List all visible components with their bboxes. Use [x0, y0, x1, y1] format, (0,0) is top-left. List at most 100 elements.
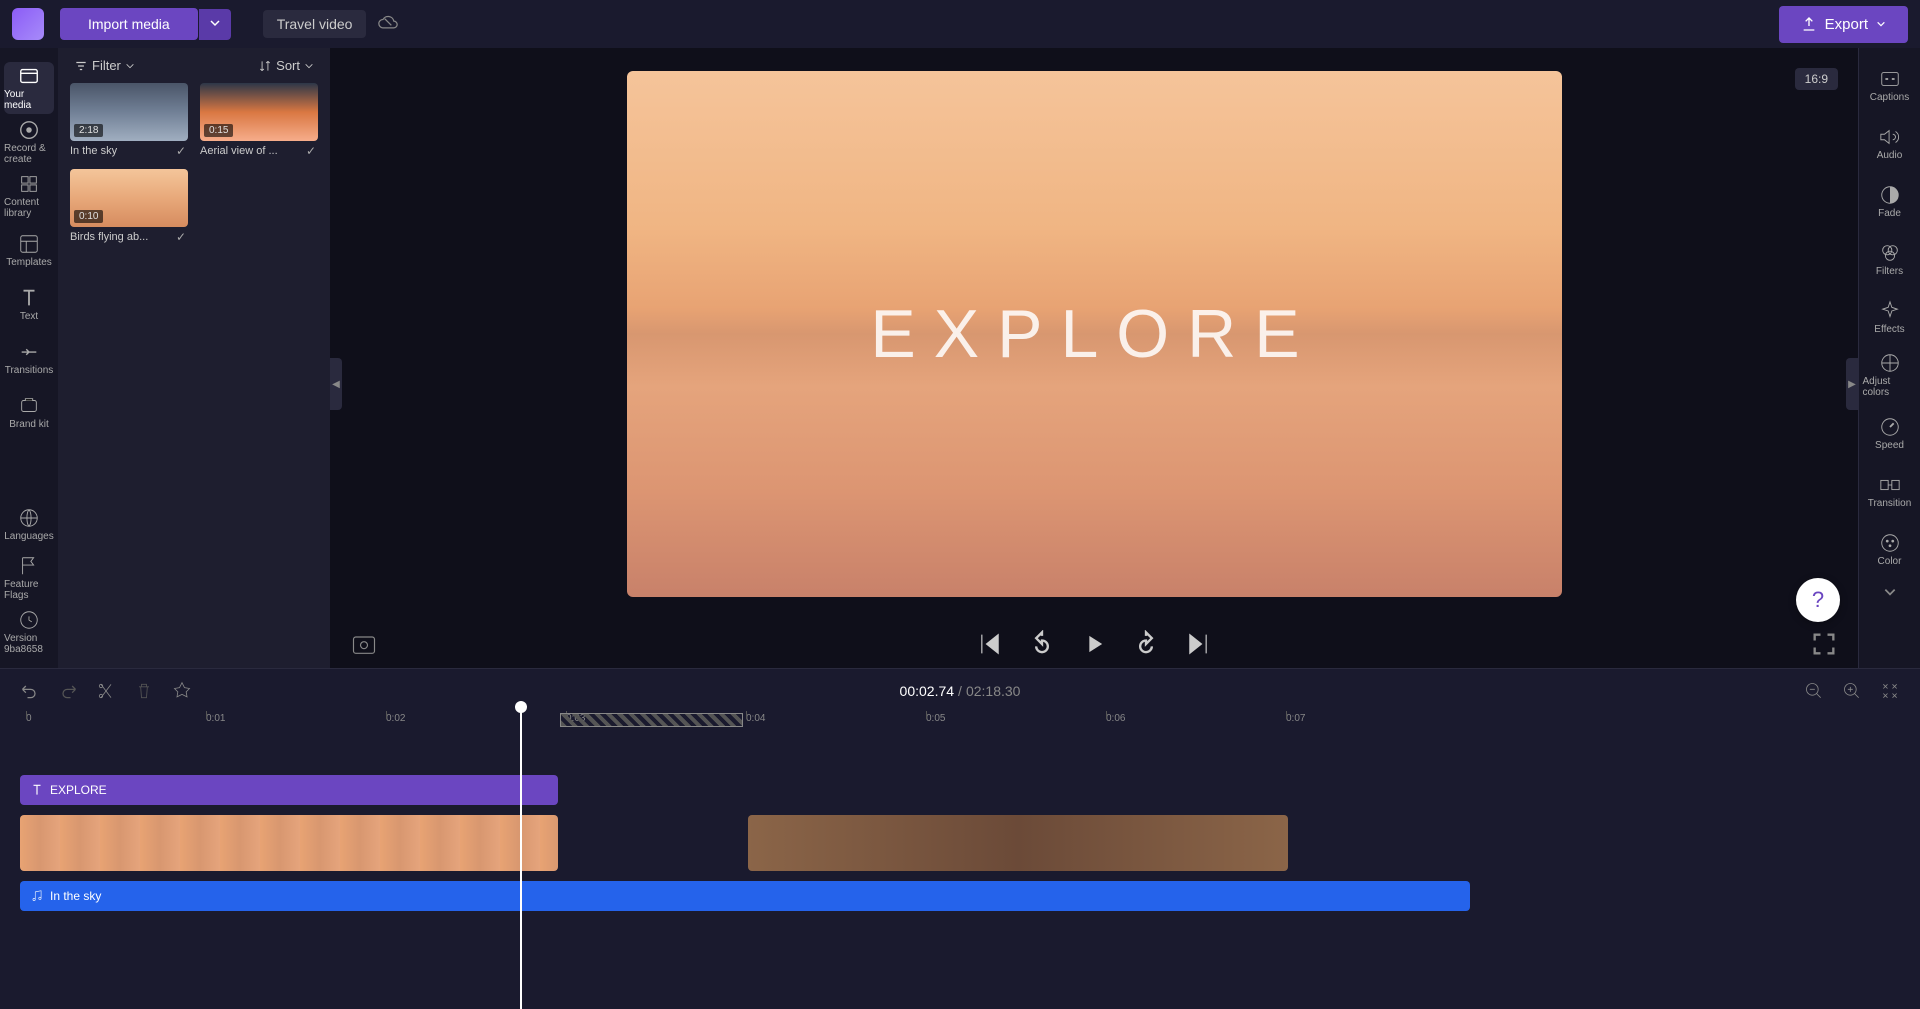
sort-label: Sort	[276, 58, 300, 73]
music-icon	[30, 889, 44, 903]
sidebar-item-color[interactable]: Color	[1863, 522, 1917, 576]
check-icon: ✓	[176, 144, 186, 158]
media-duration: 0:10	[74, 210, 103, 223]
cloud-sync-icon	[378, 12, 398, 37]
help-button[interactable]: ?	[1796, 578, 1840, 622]
sidebar-item-effects[interactable]: Effects	[1863, 290, 1917, 344]
video-clip-2[interactable]	[748, 815, 1288, 871]
media-duration: 2:18	[74, 124, 103, 137]
sidebar-label: Templates	[6, 257, 52, 268]
sidebar-item-templates[interactable]: Templates	[4, 224, 54, 276]
sidebar-item-audio[interactable]: Audio	[1863, 116, 1917, 170]
sidebar-label: Version 9ba8658	[4, 633, 54, 655]
sidebar-item-languages[interactable]: Languages	[4, 498, 54, 550]
sidebar-item-speed[interactable]: Speed	[1863, 406, 1917, 460]
fullscreen-button[interactable]	[1810, 630, 1838, 658]
right-sidebar-overflow[interactable]	[1863, 580, 1917, 604]
sidebar-item-adjust-colors[interactable]: Adjust colors	[1863, 348, 1917, 402]
right-sidebar: Captions Audio Fade Filters Effects Adju…	[1858, 48, 1920, 668]
ruler-mark: 0	[26, 713, 32, 724]
sidebar-item-text[interactable]: Text	[4, 278, 54, 330]
text-clip[interactable]: EXPLORE	[20, 775, 558, 805]
media-name: Aerial view of ...	[200, 145, 318, 157]
sidebar-label: Record & create	[4, 143, 54, 165]
timeline-area: 00:02.74 / 02:18.30 0 0:01 0:02 0:03 0:0…	[0, 668, 1920, 1002]
sidebar-item-feature-flags[interactable]: Feature Flags	[4, 552, 54, 604]
media-duration: 0:15	[204, 124, 233, 137]
current-time: 00:02.74	[900, 683, 955, 699]
sidebar-label: Adjust colors	[1863, 376, 1917, 398]
ruler-mark: 0:05	[926, 713, 945, 724]
undo-button[interactable]	[20, 681, 40, 701]
left-sidebar: Your media Record & create Content libra…	[0, 48, 58, 668]
media-thumbnail: 0:15	[200, 83, 318, 141]
gap-marker[interactable]	[560, 713, 743, 727]
sidebar-item-your-media[interactable]: Your media	[4, 62, 54, 114]
screenshot-button[interactable]	[350, 630, 378, 658]
upload-icon	[1801, 16, 1817, 32]
sidebar-label: Text	[20, 311, 38, 322]
zoom-out-button[interactable]	[1804, 681, 1824, 701]
skip-forward-button[interactable]	[1184, 630, 1212, 658]
ruler-mark: 0:06	[1106, 713, 1125, 724]
media-item-in-the-sky[interactable]: 2:18 In the sky ✓	[70, 83, 188, 157]
sidebar-item-fade[interactable]: Fade	[1863, 174, 1917, 228]
media-thumbnail: 0:10	[70, 169, 188, 227]
sidebar-item-version[interactable]: Version 9ba8658	[4, 606, 54, 658]
sidebar-label: Speed	[1875, 440, 1904, 451]
sidebar-item-record-create[interactable]: Record & create	[4, 116, 54, 168]
check-icon: ✓	[176, 230, 186, 244]
delete-button[interactable]	[134, 681, 154, 701]
total-time: 02:18.30	[966, 683, 1021, 699]
ruler-mark: 0:02	[386, 713, 405, 724]
sidebar-label: Transition	[1868, 498, 1912, 509]
video-clip-1[interactable]	[20, 815, 558, 871]
video-preview-frame[interactable]: EXPLORE	[627, 71, 1562, 597]
video-track	[20, 815, 1900, 871]
split-button[interactable]	[96, 681, 116, 701]
media-item-aerial-view[interactable]: 0:15 Aerial view of ... ✓	[200, 83, 318, 157]
filter-button[interactable]: Filter	[74, 58, 135, 73]
sidebar-item-brand-kit[interactable]: Brand kit	[4, 386, 54, 438]
zoom-in-button[interactable]	[1842, 681, 1862, 701]
chevron-down-icon	[1876, 19, 1886, 29]
sidebar-label: Effects	[1874, 324, 1904, 335]
sidebar-label: Your media	[4, 89, 54, 111]
import-media-dropdown[interactable]	[199, 9, 231, 40]
skip-back-button[interactable]	[976, 630, 1004, 658]
project-name-input[interactable]: Travel video	[263, 10, 367, 38]
fit-timeline-button[interactable]	[1880, 681, 1900, 701]
ruler-mark: 0:04	[746, 713, 765, 724]
sidebar-item-captions[interactable]: Captions	[1863, 58, 1917, 112]
sidebar-label: Feature Flags	[4, 579, 54, 601]
sidebar-item-transitions[interactable]: Transitions	[4, 332, 54, 384]
sidebar-label: Audio	[1877, 150, 1903, 161]
clip-label: EXPLORE	[50, 783, 107, 797]
redo-button[interactable]	[58, 681, 78, 701]
export-label: Export	[1825, 16, 1868, 33]
export-button[interactable]: Export	[1779, 6, 1908, 43]
sort-button[interactable]: Sort	[258, 58, 314, 73]
media-panel: Filter Sort 2:18 In the sky ✓ 0:15	[58, 48, 330, 668]
app-logo[interactable]	[12, 8, 44, 40]
import-media-button[interactable]: Import media	[60, 8, 198, 40]
marker-button[interactable]	[172, 681, 192, 701]
sidebar-label: Color	[1878, 556, 1902, 567]
ruler-mark: 0:07	[1286, 713, 1305, 724]
sort-icon	[258, 59, 272, 73]
media-name: In the sky	[70, 145, 188, 157]
sidebar-item-content-library[interactable]: Content library	[4, 170, 54, 222]
rewind-button[interactable]	[1028, 630, 1056, 658]
media-name: Birds flying ab...	[70, 231, 188, 243]
media-item-birds-flying[interactable]: 0:10 Birds flying ab... ✓	[70, 169, 188, 243]
text-track: EXPLORE	[20, 775, 1900, 805]
play-button[interactable]	[1080, 630, 1108, 658]
playhead[interactable]	[520, 709, 522, 1009]
sidebar-item-transition[interactable]: Transition	[1863, 464, 1917, 518]
sidebar-label: Captions	[1870, 92, 1909, 103]
forward-button[interactable]	[1132, 630, 1160, 658]
sidebar-item-filters[interactable]: Filters	[1863, 232, 1917, 286]
audio-clip[interactable]: In the sky	[20, 881, 1470, 911]
timeline-ruler[interactable]: 0 0:01 0:02 0:03 0:04 0:05 0:06 0:07	[20, 713, 1900, 735]
sidebar-label: Filters	[1876, 266, 1903, 277]
